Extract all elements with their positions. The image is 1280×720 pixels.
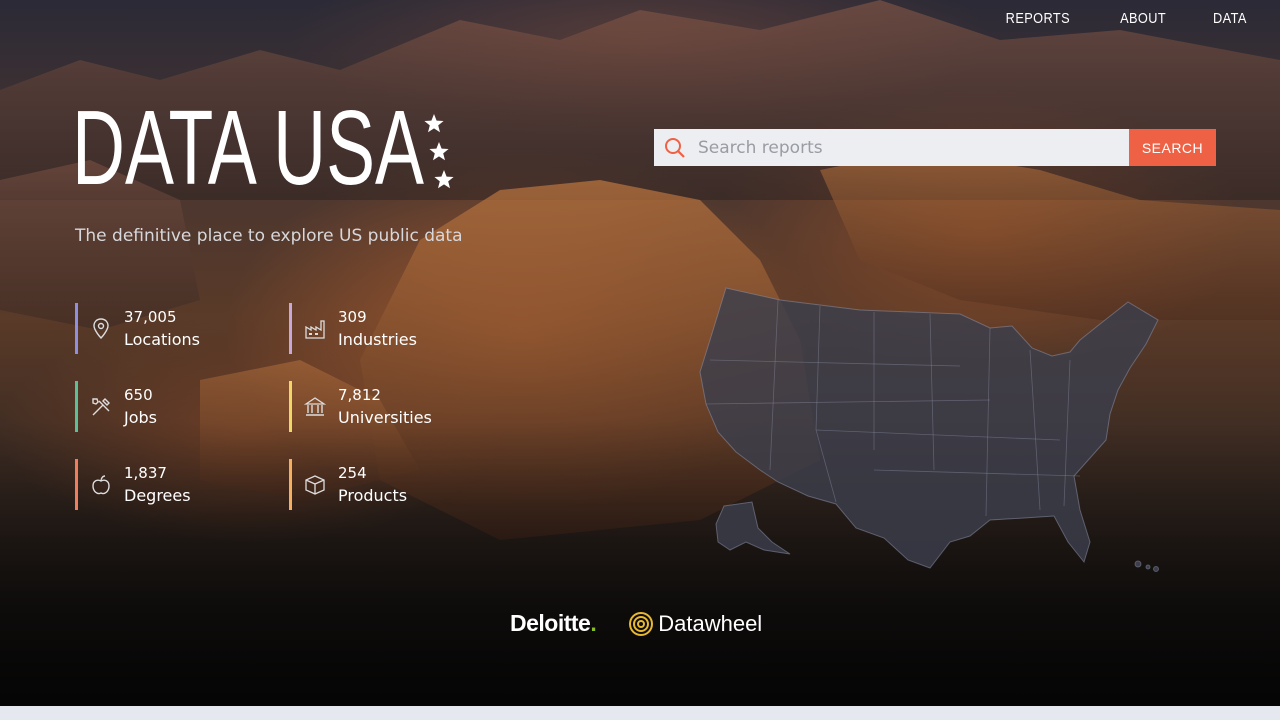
box-icon: [292, 474, 338, 496]
stat-label: Jobs: [124, 407, 157, 427]
stat-degrees[interactable]: 1,837 Degrees: [75, 459, 258, 510]
nav-data-link[interactable]: DATA: [1213, 10, 1247, 27]
deloitte-wordmark: Deloitte: [510, 610, 591, 636]
datawheel-wordmark: Datawheel: [658, 610, 763, 636]
stat-label: Degrees: [124, 485, 191, 505]
map-alaska[interactable]: [715, 501, 791, 555]
stat-products[interactable]: 254 Products: [289, 459, 472, 510]
search-button[interactable]: SEARCH: [1129, 129, 1216, 166]
stat-label: Universities: [338, 407, 432, 427]
apple-icon: [78, 474, 124, 496]
search-input[interactable]: [696, 136, 1100, 159]
logo-stars-icon: [424, 114, 454, 189]
data-usa-logo[interactable]: DATA USA: [72, 98, 462, 208]
search-bar: SEARCH: [654, 129, 1216, 166]
stat-label: Products: [338, 485, 408, 505]
logo-text: DATA USA: [72, 98, 424, 207]
search-field[interactable]: [654, 129, 1129, 166]
tools-icon: [78, 396, 124, 418]
location-pin-icon: [78, 317, 124, 340]
datawheel-logo[interactable]: Datawheel: [628, 611, 762, 637]
stat-value: 254: [338, 463, 367, 482]
tagline: The definitive place to explore US publi…: [75, 226, 463, 246]
us-map[interactable]: [660, 280, 1180, 580]
nav-about-link[interactable]: ABOUT: [1120, 10, 1166, 27]
map-hawaii[interactable]: [1134, 560, 1159, 572]
stat-industries[interactable]: 309 Industries: [289, 303, 472, 354]
map-contiguous-us[interactable]: [699, 287, 1159, 569]
stat-value: 650: [124, 385, 153, 404]
deloitte-logo[interactable]: Deloitte.: [510, 610, 597, 637]
stat-value: 309: [338, 307, 367, 326]
stat-universities[interactable]: 7,812 Universities: [289, 381, 472, 432]
datawheel-icon: [629, 611, 654, 636]
deloitte-dot: .: [590, 610, 597, 636]
university-icon: [292, 396, 338, 418]
stat-label: Industries: [338, 329, 417, 349]
stat-locations[interactable]: 37,005 Locations: [75, 303, 258, 354]
nav-reports-link[interactable]: REPORTS: [1006, 10, 1070, 27]
stat-label: Locations: [124, 329, 201, 349]
stat-value: 37,005: [124, 307, 177, 326]
stat-value: 7,812: [338, 385, 381, 404]
top-nav: REPORTS ABOUT DATA: [1000, 10, 1250, 27]
factory-icon: [292, 319, 338, 339]
stat-jobs[interactable]: 650 Jobs: [75, 381, 258, 432]
search-icon: [665, 137, 685, 158]
page-bottom-strip: [0, 706, 1280, 720]
partner-logos: Deloitte. Datawheel: [510, 610, 762, 637]
stat-value: 1,837: [124, 463, 167, 482]
